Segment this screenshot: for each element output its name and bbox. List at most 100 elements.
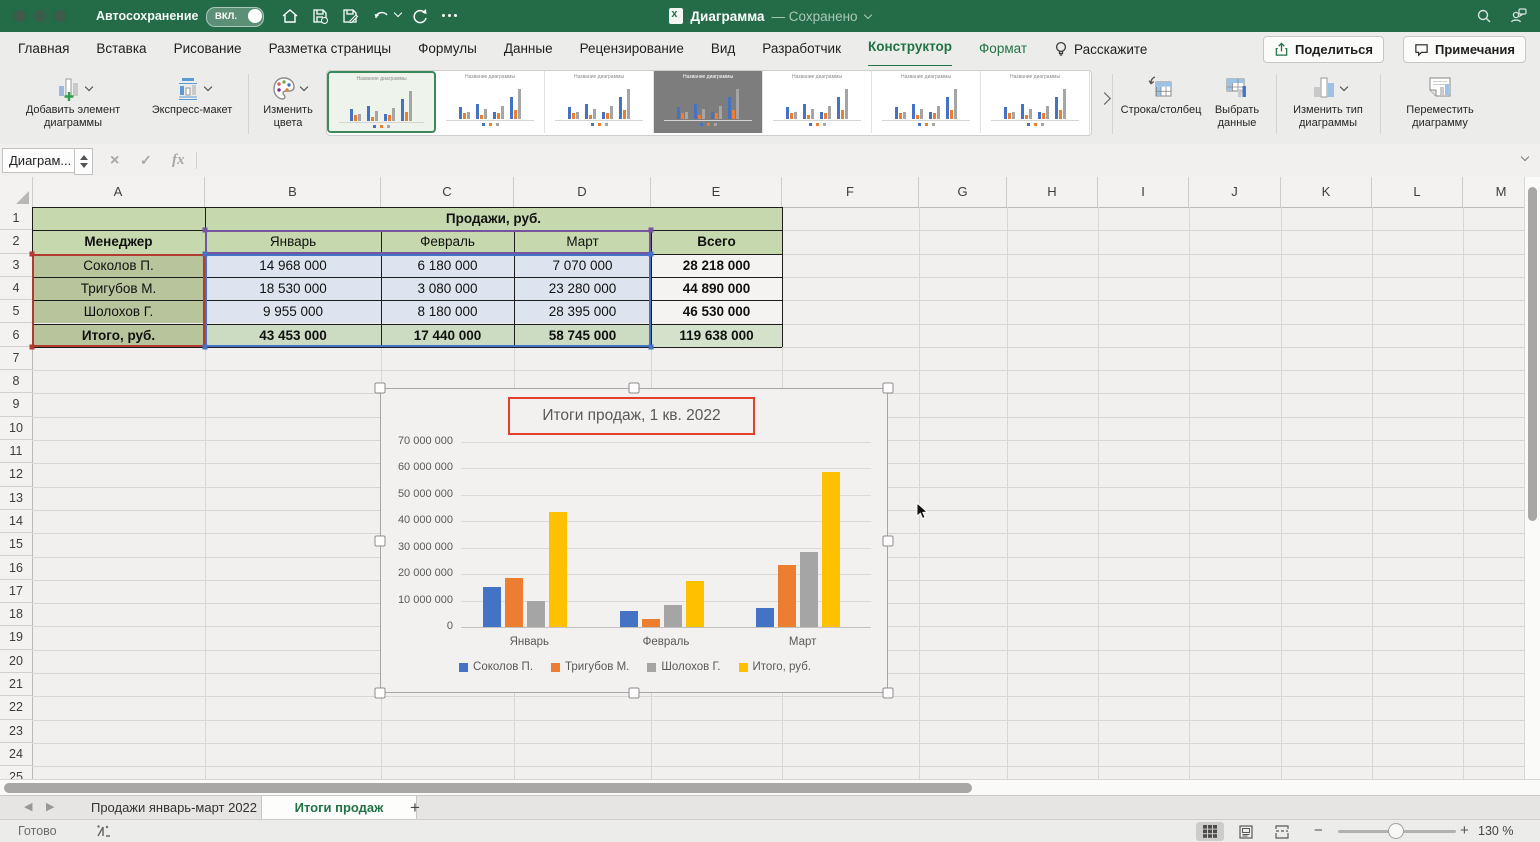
enter-icon[interactable]: ✓	[140, 148, 152, 173]
column-header-D[interactable]: D	[514, 177, 651, 207]
chart-style-thumbnail-2[interactable]: Название диаграммы	[436, 71, 545, 133]
vertical-scrollbar-thumb[interactable]	[1528, 187, 1537, 521]
legend-item[interactable]: Итого, руб.	[739, 661, 811, 673]
cancel-icon[interactable]: ×	[110, 148, 119, 173]
chart-resize-handle[interactable]	[375, 535, 386, 546]
bar-series3-1[interactable]	[527, 601, 545, 627]
undo-icon[interactable]	[372, 6, 392, 26]
select-data-button[interactable]: Выбрать данные	[1206, 72, 1268, 130]
bar-series2-2[interactable]	[642, 619, 660, 627]
column-header-A[interactable]: A	[32, 177, 205, 207]
sheet-tab-sales[interactable]: Продажи январь-март 2022	[66, 796, 283, 820]
row-header-8[interactable]: 8	[0, 370, 32, 393]
bar-series4-1[interactable]	[549, 512, 567, 627]
row-header-19[interactable]: 19	[0, 626, 32, 649]
prev-sheet-arrow[interactable]: ◀	[24, 800, 32, 813]
save-icon[interactable]	[310, 6, 330, 26]
zoom-window-button[interactable]	[54, 10, 66, 22]
bar-series4-3[interactable]	[822, 472, 840, 627]
ribbon-tab-home[interactable]: Главная	[18, 32, 69, 66]
legend-item[interactable]: Тригубов М.	[551, 661, 629, 673]
share-button[interactable]: Поделиться	[1263, 36, 1384, 63]
legend-item[interactable]: Соколов П.	[459, 661, 533, 673]
series-range-border-handle[interactable]	[203, 228, 208, 233]
account-icon[interactable]	[1508, 6, 1528, 26]
fx-icon[interactable]: fx	[172, 148, 185, 173]
add-sheet-button[interactable]: +	[396, 796, 434, 820]
row-header-15[interactable]: 15	[0, 533, 32, 556]
values-range-border-handle[interactable]	[649, 344, 654, 349]
row-header-3[interactable]: 3	[0, 254, 32, 277]
row-header-10[interactable]: 10	[0, 417, 32, 440]
row-header-4[interactable]: 4	[0, 277, 32, 300]
ribbon-tab-format[interactable]: Формат	[979, 32, 1027, 66]
close-window-button[interactable]	[14, 10, 26, 22]
formula-input[interactable]	[204, 148, 1510, 173]
quick-layout-button[interactable]: Экспресс-макет	[140, 72, 244, 117]
search-icon[interactable]	[1474, 6, 1494, 26]
chart-resize-handle[interactable]	[375, 688, 386, 699]
ribbon-tab-insert[interactable]: Вставка	[96, 32, 146, 66]
bar-series1-2[interactable]	[620, 611, 638, 627]
row-header-24[interactable]: 24	[0, 743, 32, 766]
values-range-border-handle[interactable]	[203, 344, 208, 349]
row-header-12[interactable]: 12	[0, 463, 32, 486]
column-header-C[interactable]: C	[381, 177, 514, 207]
home-icon[interactable]	[280, 6, 300, 26]
zoom-slider-knob[interactable]	[1388, 823, 1404, 839]
values-range-border-handle[interactable]	[203, 251, 208, 256]
redo-icon[interactable]	[410, 6, 430, 26]
legend-item[interactable]: Шолохов Г.	[647, 661, 720, 673]
zoom-percentage[interactable]: 130 %	[1478, 820, 1513, 842]
add-chart-element-button[interactable]: Добавить элемент диаграммы	[8, 72, 138, 130]
chart-style-thumbnail-5[interactable]: Название диаграммы	[763, 71, 872, 133]
horizontal-scrollbar[interactable]	[0, 779, 1540, 795]
chart-resize-handle[interactable]	[629, 688, 640, 699]
next-sheet-arrow[interactable]: ▶	[46, 800, 54, 813]
more-commands-icon[interactable]	[442, 14, 457, 17]
gallery-more-chevron[interactable]	[1098, 92, 1111, 105]
save-as-icon[interactable]	[340, 6, 360, 26]
bar-series2-3[interactable]	[778, 565, 796, 627]
column-header-E[interactable]: E	[651, 177, 782, 207]
bar-series2-1[interactable]	[505, 578, 523, 627]
bar-series3-2[interactable]	[664, 605, 682, 627]
move-chart-button[interactable]: Переместить диаграмму	[1388, 72, 1492, 130]
row-header-2[interactable]: 2	[0, 230, 32, 253]
formula-bar-expand-chevron[interactable]	[1521, 153, 1529, 161]
autosave-toggle[interactable]: ВКЛ.	[206, 7, 264, 27]
chart-resize-handle[interactable]	[883, 535, 894, 546]
chart-title[interactable]: Итоги продаж, 1 кв. 2022	[508, 397, 755, 435]
category-range-border-handle[interactable]	[30, 251, 35, 256]
bar-series4-2[interactable]	[686, 581, 704, 627]
bar-series1-1[interactable]	[483, 587, 501, 627]
chart-object[interactable]: Итоги продаж, 1 кв. 2022 70 000 00060 00…	[380, 388, 888, 693]
column-header-F[interactable]: F	[782, 177, 919, 207]
ribbon-tab-page-layout[interactable]: Разметка страницы	[269, 32, 391, 66]
undo-dropdown-chevron[interactable]	[394, 9, 402, 17]
chart-style-thumbnail-4[interactable]: Название диаграммы	[654, 71, 763, 133]
chart-style-thumbnail-1[interactable]: Название диаграммы	[327, 71, 436, 133]
row-header-20[interactable]: 20	[0, 650, 32, 673]
switch-row-column-button[interactable]: Строка/столбец	[1116, 72, 1206, 117]
category-range-border-handle[interactable]	[30, 344, 35, 349]
chart-style-thumbnail-3[interactable]: Название диаграммы	[545, 71, 654, 133]
minimize-window-button[interactable]	[34, 10, 46, 22]
ribbon-tab-formulas[interactable]: Формулы	[418, 32, 477, 66]
horizontal-scrollbar-thumb[interactable]	[4, 783, 972, 793]
row-header-14[interactable]: 14	[0, 510, 32, 533]
normal-view-button[interactable]	[1196, 822, 1224, 841]
chart-style-thumbnail-7[interactable]: Название диаграммы	[981, 71, 1090, 133]
zoom-in-button[interactable]: +	[1460, 820, 1469, 842]
column-header-I[interactable]: I	[1098, 177, 1189, 207]
row-header-18[interactable]: 18	[0, 603, 32, 626]
ribbon-tab-review[interactable]: Рецензирование	[580, 32, 684, 66]
display-settings-icon[interactable]	[96, 824, 112, 839]
bar-series3-3[interactable]	[800, 552, 818, 627]
page-break-view-button[interactable]	[1268, 822, 1296, 841]
ribbon-tab-data[interactable]: Данные	[504, 32, 553, 66]
change-chart-type-button[interactable]: Изменить тип диаграммы	[1282, 72, 1374, 130]
column-header-B[interactable]: B	[205, 177, 381, 207]
change-colors-button[interactable]: Изменить цвета	[254, 72, 322, 130]
row-header-9[interactable]: 9	[0, 393, 32, 416]
